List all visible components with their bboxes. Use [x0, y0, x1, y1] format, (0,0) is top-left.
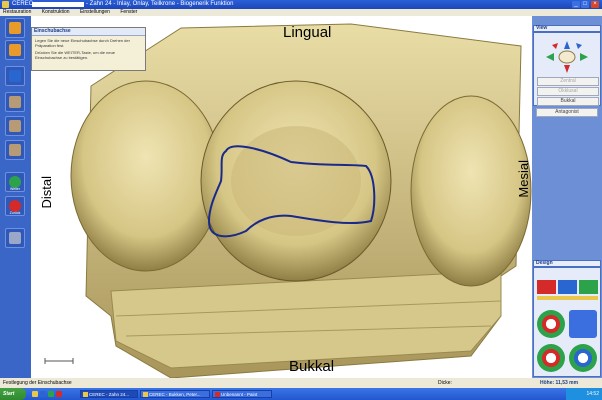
view-rotation-control[interactable] — [534, 35, 600, 77]
tooth-right — [410, 95, 532, 287]
popup-line-1: Legen Sie die neue Einschubachse durch D… — [35, 38, 130, 48]
view-okklusal-button[interactable]: Okklusal — [537, 87, 599, 96]
window-title: CEREC — [12, 1, 34, 7]
start-button[interactable]: Start — [0, 388, 26, 400]
menu-einstellungen[interactable]: Einstellungen — [80, 9, 110, 15]
folder-icon — [9, 44, 21, 56]
open-button[interactable] — [5, 40, 25, 60]
status-text: Festlegung der Einschubachse — [3, 380, 72, 386]
arrow-left-icon[interactable] — [546, 53, 554, 61]
label-bukkal: Bukkal — [289, 358, 335, 375]
task-paint[interactable]: Unbenannt - Paint — [212, 390, 272, 398]
clock: 14:52 — [586, 391, 599, 397]
task-cerec-2[interactable]: CEREC - Bukken, Peter... — [140, 390, 210, 398]
disk-icon — [9, 70, 21, 82]
left-toolbar: Weiter Zurück — [0, 16, 31, 378]
label-lingual: Lingual — [283, 24, 332, 41]
rotate-right-icon[interactable] — [576, 43, 582, 49]
design-panel — [533, 267, 601, 377]
design-scale-indicator — [537, 296, 598, 300]
new-button[interactable] — [5, 18, 25, 38]
quicklaunch-3-icon[interactable] — [48, 391, 54, 397]
tool-3-button[interactable] — [5, 140, 25, 160]
arrow-right-icon[interactable] — [580, 53, 588, 61]
status-thickness: Dicke: — [438, 380, 452, 386]
tooth-view-icon — [9, 120, 21, 132]
app-icon — [2, 1, 9, 8]
rotate-icon[interactable] — [569, 344, 597, 372]
title-bar: CEREC - Zahn 24 - Inlay, Onlay, Teilkron… — [0, 0, 602, 9]
quicklaunch-4-icon[interactable] — [56, 391, 62, 397]
back-label: Zurück — [9, 211, 21, 215]
system-tray: 14:52 — [566, 388, 602, 400]
menu-konstruktion[interactable]: Konstruktion — [42, 9, 70, 15]
status-height: Höhe: 11,53 mm — [540, 380, 579, 386]
tool-4-button[interactable] — [5, 228, 25, 248]
close-icon[interactable]: × — [591, 1, 599, 8]
design-tool-1-icon[interactable] — [537, 280, 556, 294]
menu-bar: Restauration Konstruktion Einstellungen … — [0, 9, 602, 16]
tooth-view-icon — [9, 96, 21, 108]
tooth-view-icon — [9, 144, 21, 156]
label-distal: Distal — [39, 176, 54, 209]
grid-icon — [9, 232, 21, 244]
task-cerec-1[interactable]: CEREC - Zahn 24... — [80, 390, 138, 398]
popup-title: Einschubachse — [32, 28, 145, 36]
design-tool-3-icon[interactable] — [579, 280, 598, 294]
back-button[interactable]: Zurück — [5, 196, 25, 216]
instruction-popup: Einschubachse Legen Sie die neue Einschu… — [31, 27, 146, 71]
label-mesial: Mesial — [516, 160, 531, 198]
tool-1-button[interactable] — [5, 92, 25, 112]
minimize-icon[interactable]: _ — [572, 1, 580, 8]
tool-2-button[interactable] — [5, 116, 25, 136]
brush-icon[interactable] — [537, 310, 565, 338]
design-panel-title: Design — [533, 260, 601, 267]
next-label: Weiter — [9, 187, 21, 191]
scale-icon[interactable] — [537, 344, 565, 372]
maximize-icon[interactable]: □ — [581, 1, 589, 8]
view-panel-title: View — [533, 25, 601, 32]
form-icon[interactable] — [569, 310, 597, 338]
arrow-down-icon[interactable] — [564, 65, 570, 73]
view-panel: Zentral Okklusal Bukkal — [533, 32, 601, 106]
view-antagonist-button[interactable]: Antagonist — [536, 108, 598, 117]
quicklaunch-1-icon[interactable] — [32, 391, 38, 397]
arrow-up-icon[interactable] — [564, 41, 570, 49]
rotate-left-icon[interactable] — [552, 43, 558, 49]
view-zentral-button[interactable]: Zentral — [537, 77, 599, 86]
taskbar: Start CEREC - Zahn 24... CEREC - Bukken,… — [0, 388, 602, 400]
right-panel: View Zentral Okklusal Bukkal Antagonist … — [532, 16, 602, 378]
popup-line-2: Drücken Sie die WEITER-Taste, um die neu… — [35, 50, 116, 60]
view-bukkal-button[interactable]: Bukkal — [537, 97, 599, 106]
design-tool-2-icon[interactable] — [558, 280, 577, 294]
menu-restauration[interactable]: Restauration — [3, 9, 31, 15]
menu-fenster[interactable]: Fenster — [120, 9, 137, 15]
quicklaunch-2-icon[interactable] — [40, 391, 46, 397]
next-button[interactable]: Weiter — [5, 172, 25, 192]
tooth-left — [70, 80, 222, 272]
save-button[interactable] — [5, 66, 25, 86]
status-bar: Festlegung der Einschubachse Dicke: Höhe… — [0, 378, 602, 388]
redacted-patient-name — [32, 2, 84, 7]
tooth-orientation-icon — [558, 50, 576, 64]
window-title-rest: - Zahn 24 - Inlay, Onlay, Teilkrone - Bi… — [86, 1, 234, 7]
tooth-icon — [9, 22, 21, 34]
